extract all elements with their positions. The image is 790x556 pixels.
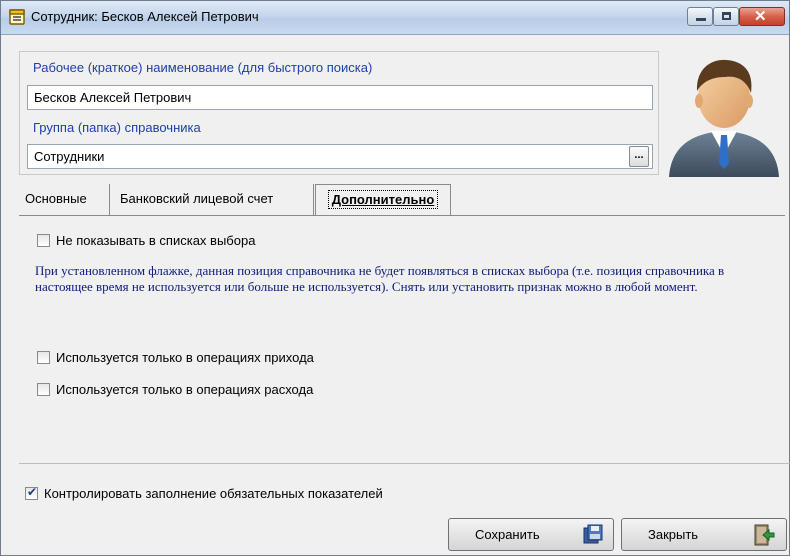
- save-label: Сохранить: [475, 527, 540, 542]
- additional-tab-panel: [19, 215, 785, 456]
- income-only-label: Используется только в операциях прихода: [56, 350, 314, 365]
- employee-avatar: [669, 59, 779, 177]
- name-label: Рабочее (краткое) наименование (для быст…: [33, 60, 373, 75]
- tab-additional[interactable]: Дополнительно: [315, 184, 451, 215]
- close-icon: ✕: [754, 8, 767, 25]
- tab-bank-account-label: Банковский лицевой счет: [120, 191, 274, 206]
- employee-window: Сотрудник: Бесков Алексей Петрович ✕ Раб…: [0, 0, 790, 556]
- hide-in-lists-box[interactable]: [37, 234, 50, 247]
- group-browse-button[interactable]: ...: [629, 146, 649, 167]
- hide-in-lists-label: Не показывать в списках выбора: [56, 233, 256, 248]
- save-button[interactable]: Сохранить: [448, 518, 614, 551]
- control-required-label: Контролировать заполнение обязательных п…: [44, 486, 383, 501]
- control-required-box[interactable]: [25, 485, 38, 500]
- name-input[interactable]: Бесков Алексей Петрович: [27, 85, 653, 110]
- footer-separator: [19, 463, 790, 464]
- group-value: Сотрудники: [34, 149, 105, 164]
- tab-bank-account[interactable]: Банковский лицевой счет: [110, 184, 314, 215]
- hide-in-lists-description: При установленном флажке, данная позиция…: [35, 263, 725, 294]
- expense-only-box[interactable]: [37, 383, 50, 396]
- document-list-icon: [9, 9, 25, 25]
- group-field[interactable]: Сотрудники: [27, 144, 653, 169]
- minimize-icon: [696, 18, 706, 21]
- tab-main-label: Основные: [25, 191, 87, 206]
- close-label: Закрыть: [648, 527, 699, 542]
- tab-additional-label: Дополнительно: [327, 190, 439, 209]
- exit-door-icon: [754, 524, 775, 546]
- maximize-button[interactable]: [713, 7, 739, 26]
- group-label: Группа (папка) справочника: [33, 120, 201, 135]
- income-only-box[interactable]: [37, 351, 50, 364]
- save-floppy-icon: [583, 524, 603, 544]
- close-button[interactable]: Закрыть: [621, 518, 787, 551]
- expense-only-label: Используется только в операциях расхода: [56, 382, 314, 397]
- tab-main[interactable]: Основные: [19, 184, 110, 215]
- close-window-button[interactable]: ✕: [739, 7, 785, 26]
- minimize-button[interactable]: [687, 7, 713, 26]
- window-title: Сотрудник: Бесков Алексей Петрович: [31, 9, 259, 24]
- title-bar[interactable]: Сотрудник: Бесков Алексей Петрович ✕: [1, 1, 789, 35]
- maximize-icon: [722, 12, 731, 20]
